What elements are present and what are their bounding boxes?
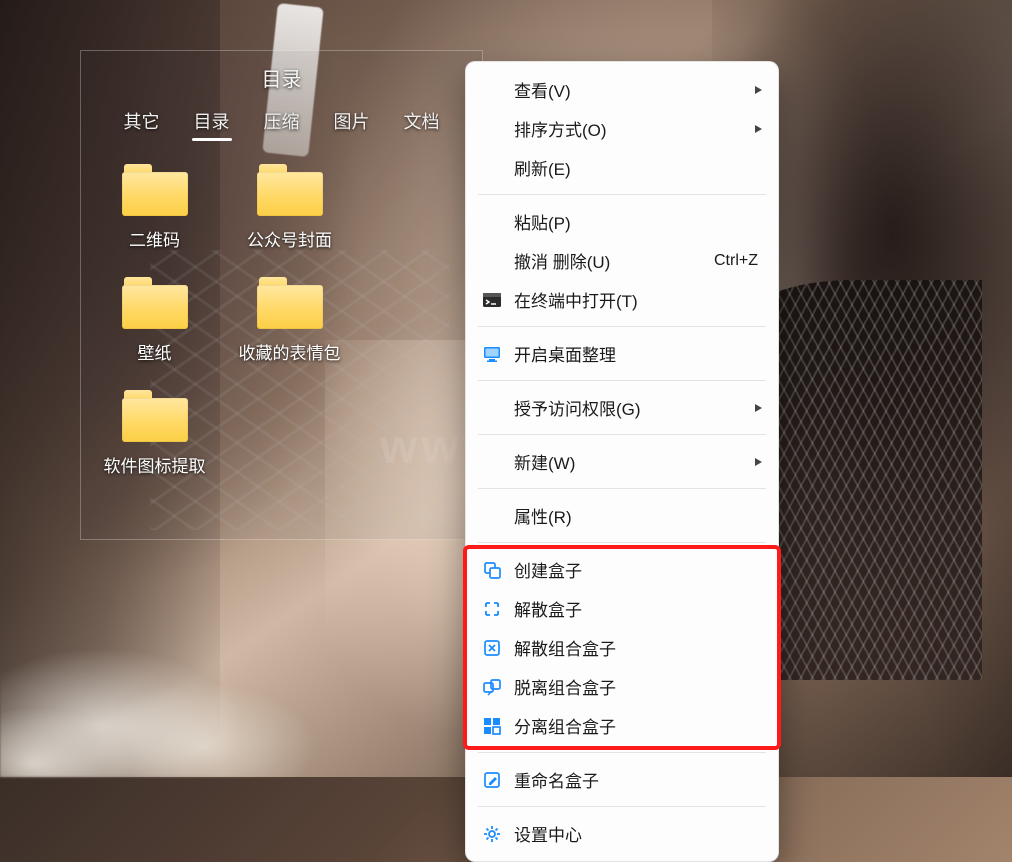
- fence-tab-4[interactable]: 文档: [404, 108, 440, 140]
- menu-item-separate-combo-box[interactable]: 分离组合盒子: [466, 706, 778, 745]
- chevron-right-icon: [755, 404, 762, 412]
- folder-label: 二维码: [129, 226, 180, 251]
- fence-grid: 二维码 公众号封面壁纸 收藏的表情包软件图标提取: [81, 152, 482, 489]
- menu-item-disband-combo-box[interactable]: 解散组合盒子: [466, 628, 778, 667]
- folder-item-0[interactable]: 二维码: [97, 164, 212, 251]
- menu-item-label: 重命名盒子: [514, 767, 599, 792]
- monitor-icon: [481, 343, 503, 365]
- folder-icon: [122, 164, 188, 216]
- chevron-right-icon: [755, 86, 762, 94]
- fence-tab-3[interactable]: 图片: [334, 108, 370, 140]
- menu-item-label: 创建盒子: [514, 557, 582, 582]
- folder-label: 收藏的表情包: [239, 339, 341, 364]
- fence-tab-1[interactable]: 目录: [194, 108, 230, 140]
- menu-item-settings-center[interactable]: 设置中心: [466, 814, 778, 853]
- menu-separator: [478, 806, 766, 807]
- detach-combo-icon: [481, 676, 503, 698]
- separate-combo-icon: [481, 715, 503, 737]
- menu-separator: [478, 194, 766, 195]
- disband-box-icon: [481, 598, 503, 620]
- folder-item-4[interactable]: 软件图标提取: [97, 390, 212, 477]
- folder-icon: [122, 277, 188, 329]
- create-box-icon: [481, 559, 503, 581]
- menu-item-disband-box[interactable]: 解散盒子: [466, 589, 778, 628]
- terminal-icon: [481, 289, 503, 311]
- menu-item-label: 刷新(E): [514, 155, 571, 180]
- menu-item-label: 新建(W): [514, 449, 575, 474]
- menu-item-sort[interactable]: 排序方式(O): [466, 109, 778, 148]
- folder-label: 壁纸: [138, 339, 172, 364]
- menu-item-shortcut: Ctrl+Z: [714, 252, 758, 270]
- disband-combo-icon: [481, 637, 503, 659]
- menu-item-new[interactable]: 新建(W): [466, 442, 778, 481]
- menu-item-refresh[interactable]: 刷新(E): [466, 148, 778, 187]
- menu-separator: [478, 752, 766, 753]
- chevron-right-icon: [755, 458, 762, 466]
- folder-icon: [122, 390, 188, 442]
- menu-item-open-terminal[interactable]: 在终端中打开(T): [466, 280, 778, 319]
- menu-item-view[interactable]: 查看(V): [466, 70, 778, 109]
- folder-item-3[interactable]: 收藏的表情包: [232, 277, 347, 364]
- rename-icon: [481, 769, 503, 791]
- menu-separator: [478, 542, 766, 543]
- fence-tab-2[interactable]: 压缩: [264, 108, 300, 140]
- menu-item-label: 解散盒子: [514, 596, 582, 621]
- menu-item-label: 开启桌面整理: [514, 341, 616, 366]
- menu-item-properties[interactable]: 属性(R): [466, 496, 778, 535]
- menu-item-label: 排序方式(O): [514, 116, 607, 141]
- menu-item-label: 授予访问权限(G): [514, 395, 641, 420]
- menu-item-label: 在终端中打开(T): [514, 287, 638, 312]
- menu-item-label: 设置中心: [514, 821, 582, 846]
- fence-tab-bar: 其它 目录 压缩 图片 文档: [81, 94, 482, 152]
- menu-item-label: 分离组合盒子: [514, 713, 616, 738]
- menu-item-label: 属性(R): [514, 503, 572, 528]
- desktop-context-menu[interactable]: 查看(V) 排序方式(O) 刷新(E) 粘贴(P) 撤消 删除(U) Ctrl+Z 在终端中…: [465, 61, 779, 862]
- menu-item-rename-box[interactable]: 重命名盒子: [466, 760, 778, 799]
- folder-label: 公众号封面: [247, 226, 332, 251]
- menu-item-detach-combo-box[interactable]: 脱离组合盒子: [466, 667, 778, 706]
- menu-item-label: 解散组合盒子: [514, 635, 616, 660]
- menu-item-paste[interactable]: 粘贴(P): [466, 202, 778, 241]
- folder-item-1[interactable]: 公众号封面: [232, 164, 347, 251]
- fence-tab-0[interactable]: 其它: [124, 108, 160, 140]
- folder-icon: [257, 277, 323, 329]
- folder-icon: [257, 164, 323, 216]
- menu-separator: [478, 434, 766, 435]
- menu-item-label: 脱离组合盒子: [514, 674, 616, 699]
- gear-icon: [481, 823, 503, 845]
- menu-item-create-box[interactable]: 创建盒子: [466, 550, 778, 589]
- menu-separator: [478, 380, 766, 381]
- desktop-fence[interactable]: 目录 其它目录压缩图片文档 二维码公众号封面壁纸收藏的表情包软件图标提取: [80, 50, 483, 540]
- fence-title: 目录: [81, 51, 482, 94]
- menu-item-grant-access[interactable]: 授予访问权限(G): [466, 388, 778, 427]
- menu-separator: [478, 488, 766, 489]
- menu-item-undo-delete[interactable]: 撤消 删除(U) Ctrl+Z: [466, 241, 778, 280]
- menu-item-label: 查看(V): [514, 77, 571, 102]
- folder-label: 软件图标提取: [104, 452, 206, 477]
- folder-item-2[interactable]: 壁纸: [97, 277, 212, 364]
- menu-item-label: 粘贴(P): [514, 209, 571, 234]
- chevron-right-icon: [755, 125, 762, 133]
- menu-item-enable-desktop-organize[interactable]: 开启桌面整理: [466, 334, 778, 373]
- menu-separator: [478, 326, 766, 327]
- menu-item-label: 撤消 删除(U): [514, 248, 610, 273]
